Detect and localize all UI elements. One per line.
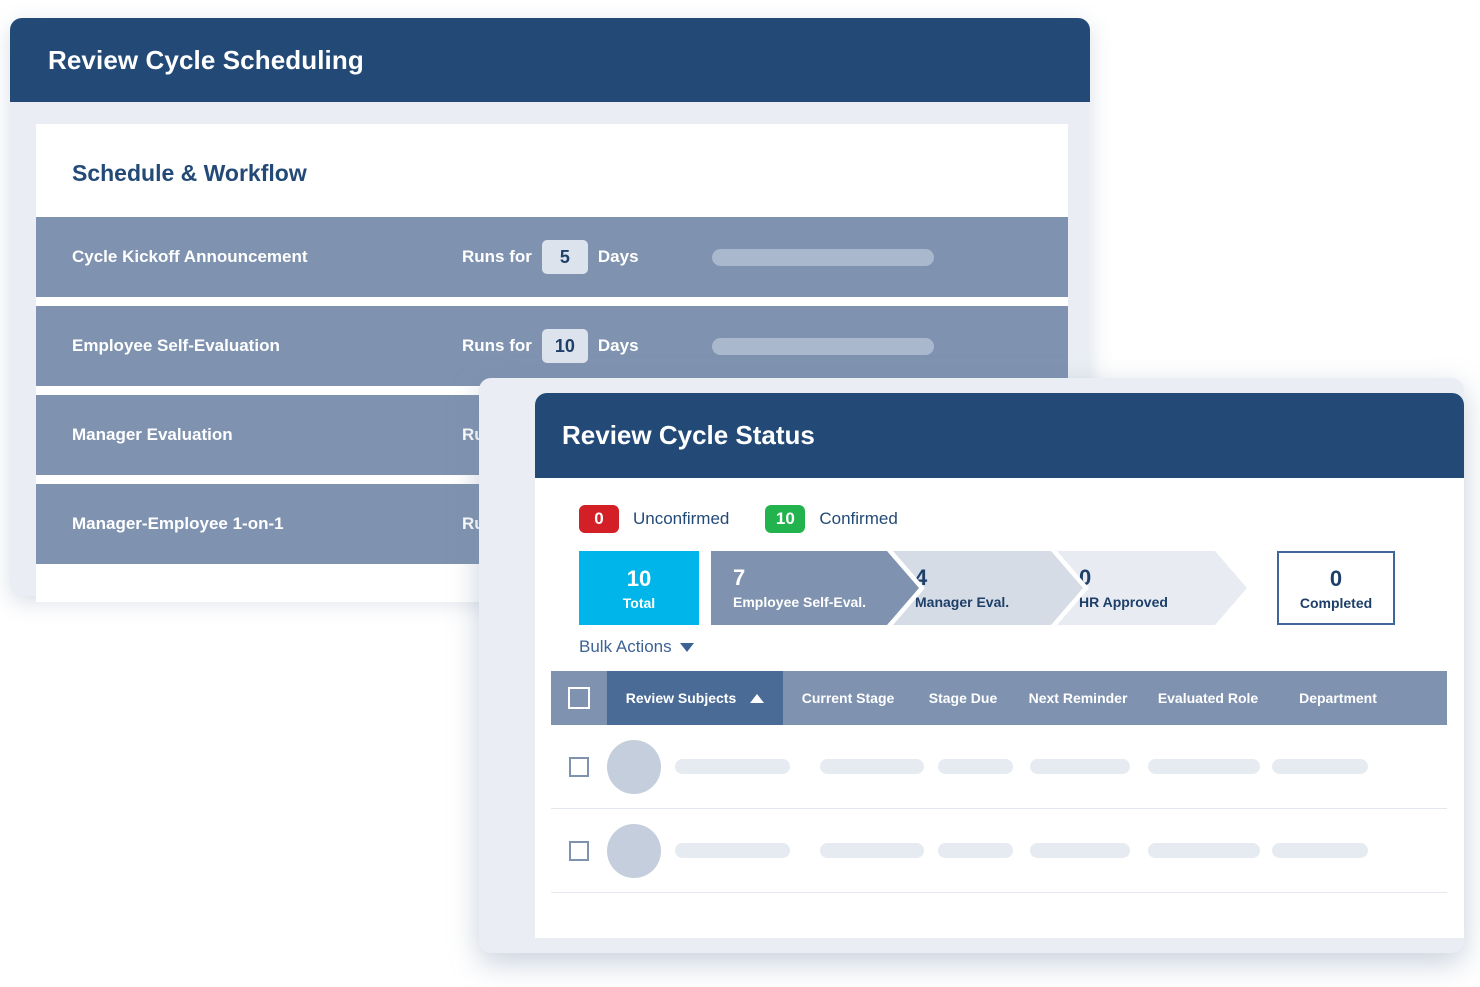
skeleton-review-subject	[675, 759, 790, 774]
funnel-value: 0	[1329, 565, 1343, 591]
confirmed-count-badge: 10	[765, 505, 806, 533]
skeleton-stage-due	[938, 843, 1013, 858]
skeleton-review-subject	[675, 843, 790, 858]
checkbox-icon	[569, 840, 589, 861]
column-header-next-reminder[interactable]: Next Reminder	[1013, 671, 1143, 725]
skeleton-department	[1272, 759, 1368, 774]
funnel-value: 0	[1079, 564, 1092, 590]
funnel-step-total[interactable]: 10 Total	[579, 551, 699, 625]
funnel-step-manager-eval[interactable]: 4 Manager Eval.	[893, 551, 1083, 625]
bulk-actions-label: Bulk Actions	[579, 637, 672, 656]
column-label: Stage Due	[928, 690, 998, 706]
select-all-checkbox[interactable]	[551, 671, 607, 725]
funnel-label: Completed	[1299, 594, 1373, 611]
confirmed-label: Confirmed	[819, 509, 898, 528]
schedule-workflow-heading: Schedule & Workflow	[72, 160, 307, 186]
column-label: Current Stage	[801, 690, 895, 706]
status-panel-body: 0 Unconfirmed 10 Confirmed 10 Total 7 Em…	[535, 478, 1464, 938]
workflow-name: Employee Self-Evaluation	[72, 336, 280, 355]
scheduling-panel-title: Review Cycle Scheduling	[48, 44, 364, 75]
funnel-value: 7	[733, 564, 746, 590]
workflow-duration: Runs for 10 Days	[462, 329, 712, 363]
skeleton-evaluated-role	[1148, 843, 1260, 858]
column-header-evaluated-role[interactable]: Evaluated Role	[1143, 671, 1273, 725]
workflow-progress-bar	[712, 248, 934, 266]
status-panel-header: Review Cycle Status	[535, 393, 1464, 478]
table-row[interactable]	[551, 725, 1447, 809]
row-select-checkbox[interactable]	[551, 756, 607, 777]
checkbox-icon	[569, 756, 589, 777]
avatar	[607, 823, 661, 878]
status-panel-title: Review Cycle Status	[562, 420, 815, 450]
funnel-value: 10	[626, 565, 652, 591]
duration-prefix-label: Runs for	[462, 247, 532, 266]
row-select-checkbox[interactable]	[551, 840, 607, 861]
skeleton-next-reminder	[1030, 843, 1130, 858]
workflow-row-employee-self-evaluation[interactable]: Employee Self-Evaluation Runs for 10 Day…	[36, 306, 1068, 386]
funnel-label: Total	[622, 594, 656, 611]
skeleton-department	[1272, 843, 1368, 858]
skeleton-current-stage	[820, 843, 924, 858]
column-label: Evaluated Role	[1157, 690, 1259, 706]
table-row[interactable]	[551, 809, 1447, 893]
funnel-step-hr-approved[interactable]: 0 HR Approved	[1057, 551, 1247, 625]
unconfirmed-label: Unconfirmed	[633, 509, 730, 528]
column-label: Department	[1299, 690, 1377, 706]
chevron-down-icon	[679, 642, 694, 652]
unconfirmed-count-badge: 0	[579, 505, 619, 533]
funnel-label: Manager Eval.	[915, 594, 1010, 611]
scheduling-panel-header: Review Cycle Scheduling	[10, 18, 1090, 102]
duration-days-input[interactable]: 10	[541, 329, 588, 363]
workflow-name: Cycle Kickoff Announcement	[72, 247, 308, 266]
bulk-actions-dropdown[interactable]: Bulk Actions	[535, 625, 1464, 657]
funnel-step-employee-self-eval[interactable]: 7 Employee Self-Eval.	[711, 551, 919, 625]
workflow-progress-bar	[712, 337, 934, 355]
duration-suffix-label: Days	[597, 247, 639, 266]
sort-ascending-icon	[750, 693, 765, 703]
workflow-name: Manager Evaluation	[72, 425, 233, 444]
avatar	[607, 739, 661, 794]
duration-suffix-label: Days	[597, 336, 639, 355]
column-header-current-stage[interactable]: Current Stage	[783, 671, 913, 725]
funnel-step-completed[interactable]: 0 Completed	[1277, 551, 1395, 625]
table-header-row: Review Subjects Current Stage Stage Due …	[551, 671, 1447, 725]
column-label: Next Reminder	[1028, 690, 1128, 706]
funnel-label: HR Approved	[1079, 594, 1168, 611]
duration-days-input[interactable]: 5	[541, 240, 588, 274]
funnel-value: 4	[915, 564, 928, 590]
column-header-stage-due[interactable]: Stage Due	[913, 671, 1013, 725]
skeleton-next-reminder	[1030, 759, 1130, 774]
review-subjects-table: Review Subjects Current Stage Stage Due …	[551, 671, 1447, 893]
review-stage-funnel: 10 Total 7 Employee Self-Eval. 4 Manager…	[535, 533, 1464, 625]
workflow-name: Manager-Employee 1-on-1	[72, 514, 284, 533]
column-header-review-subjects[interactable]: Review Subjects	[607, 671, 783, 725]
column-header-department[interactable]: Department	[1273, 671, 1403, 725]
checkbox-icon	[568, 687, 590, 709]
workflow-duration: Runs for 5 Days	[462, 240, 712, 274]
review-cycle-status-panel: Review Cycle Status 0 Unconfirmed 10 Con…	[479, 378, 1464, 953]
workflow-row-cycle-kickoff[interactable]: Cycle Kickoff Announcement Runs for 5 Da…	[36, 217, 1068, 297]
duration-prefix-label: Runs for	[462, 336, 532, 355]
skeleton-stage-due	[938, 759, 1013, 774]
column-label: Review Subjects	[625, 690, 737, 706]
confirmation-summary: 0 Unconfirmed 10 Confirmed	[535, 478, 1464, 533]
funnel-label: Employee Self-Eval.	[733, 594, 867, 611]
skeleton-current-stage	[820, 759, 924, 774]
skeleton-evaluated-role	[1148, 759, 1260, 774]
